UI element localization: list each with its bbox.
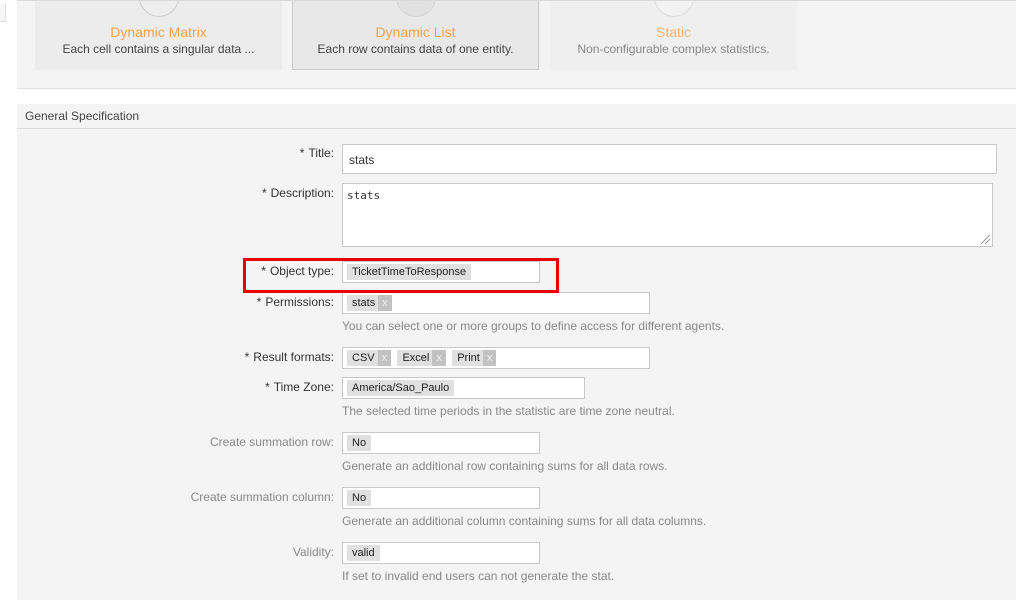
summation-column-select[interactable]: No xyxy=(342,487,540,509)
stat-type-title: Dynamic List xyxy=(375,24,456,40)
stat-type-dynamic-matrix[interactable]: Dynamic Matrix Each cell contains a sing… xyxy=(35,1,282,70)
general-specification-panel: General Specification * Title: stats * Des… xyxy=(17,104,1016,600)
validity-select[interactable]: valid xyxy=(342,542,540,564)
chip-label: CSV xyxy=(352,352,375,364)
highlight-annotation-box xyxy=(243,258,559,293)
label-text: Time Zone: xyxy=(273,380,334,394)
stat-type-description: Non-configurable complex statistics. xyxy=(577,42,770,56)
stat-type-dynamic-list[interactable]: Dynamic List Each row contains data of o… xyxy=(292,1,539,70)
section-header: General Specification xyxy=(17,104,1016,129)
permissions-label: * Permissions: xyxy=(257,295,334,309)
required-marker: * xyxy=(299,146,305,160)
chip-label: Print xyxy=(457,352,480,364)
description-value: stats xyxy=(347,189,381,202)
remove-chip-icon[interactable]: x xyxy=(482,350,497,366)
left-panel-edge xyxy=(0,4,6,22)
stat-type-icon xyxy=(138,1,179,17)
title-value: stats xyxy=(349,153,375,167)
stat-type-title: Dynamic Matrix xyxy=(110,24,207,40)
summation-column-value: No xyxy=(347,490,372,506)
permissions-multiselect[interactable]: stats x xyxy=(342,292,650,314)
remove-chip-icon[interactable]: x xyxy=(432,350,446,366)
format-chip: Excel x xyxy=(397,350,446,366)
stat-type-static[interactable]: Static Non-configurable complex statisti… xyxy=(550,1,797,70)
required-marker: * xyxy=(261,186,267,200)
stat-type-panel: Dynamic Matrix Each cell contains a sing… xyxy=(17,0,1016,89)
label-text: Description: xyxy=(270,186,334,200)
result-formats-label: * Result formats: xyxy=(245,350,334,364)
resize-handle-icon[interactable] xyxy=(981,235,990,244)
title-input[interactable]: stats xyxy=(342,144,997,174)
chip-label: Excel xyxy=(402,352,430,364)
stat-type-icon xyxy=(653,1,694,17)
label-text: Result formats: xyxy=(253,350,334,364)
summation-column-help: Generate an additional column containing… xyxy=(342,514,707,528)
remove-chip-icon[interactable]: x xyxy=(377,350,392,366)
time-zone-help: The selected time periods in the statist… xyxy=(342,404,675,418)
chip-label: stats xyxy=(352,297,376,309)
summation-row-select[interactable]: No xyxy=(342,432,540,454)
summation-row-help: Generate an additional row containing su… xyxy=(342,459,668,473)
required-marker: * xyxy=(265,380,270,394)
result-formats-multiselect[interactable]: CSV x Excel x Print x xyxy=(342,347,650,369)
description-label: * Description: xyxy=(262,186,334,200)
required-marker: * xyxy=(256,295,262,309)
remove-chip-icon[interactable]: x xyxy=(378,295,392,311)
description-textarea[interactable]: stats xyxy=(342,183,993,247)
title-label: * Title: xyxy=(300,146,334,160)
time-zone-label: * Time Zone: xyxy=(265,380,334,394)
format-chip: Print x xyxy=(452,350,497,366)
label-text: Title: xyxy=(308,146,334,160)
time-zone-value: America/Sao_Paulo xyxy=(347,380,455,396)
stat-type-description: Each row contains data of one entity. xyxy=(317,42,514,56)
stat-type-title: Static xyxy=(655,24,691,40)
summation-row-value: No xyxy=(347,435,372,451)
summation-column-label: Create summation column: xyxy=(190,490,334,504)
stat-type-description: Each cell contains a singular data ... xyxy=(62,42,255,56)
validity-label: Validity: xyxy=(292,545,334,559)
permission-chip: stats x xyxy=(347,295,392,311)
permissions-help: You can select one or more groups to def… xyxy=(342,319,725,333)
summation-row-label: Create summation row: xyxy=(209,435,334,449)
format-chip: CSV x xyxy=(347,350,392,366)
required-marker: * xyxy=(244,350,250,364)
time-zone-select[interactable]: America/Sao_Paulo xyxy=(342,377,585,399)
validity-value: valid xyxy=(347,545,380,561)
stat-type-icon xyxy=(395,1,436,17)
label-text: Permissions: xyxy=(265,295,334,309)
validity-help: If set to invalid end users can not gene… xyxy=(342,569,615,583)
